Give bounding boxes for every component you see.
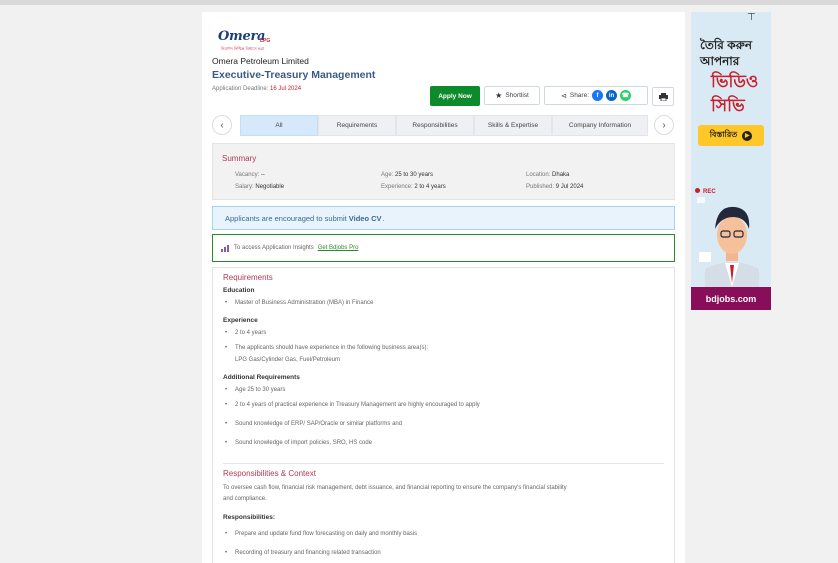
ad-close-icon[interactable]: ⊤ — [747, 12, 757, 23]
tab-skills-expertise[interactable]: Skills & Expertise — [474, 115, 552, 136]
education-item: Master of Business Administration (MBA) … — [223, 300, 373, 306]
play-icon: ▶ — [742, 130, 753, 141]
responsibilities-context-line2: and compliance. — [223, 496, 267, 502]
job-details-card: Omera LPG নিরাপদ নিশ্চিন্ত বিশ্বাসে ভরা … — [202, 12, 685, 563]
insights-text: To access Application Insights — [234, 245, 314, 251]
application-deadline: Application Deadline: 16 Jul 2024 — [212, 86, 301, 92]
ad-line4: সিভি — [711, 96, 745, 115]
get-bdjobs-pro-link[interactable]: Get Bdjobs Pro — [318, 245, 359, 251]
print-button[interactable] — [652, 87, 674, 106]
apply-now-label: Apply Now — [438, 92, 472, 100]
ad-line2: আপনার — [700, 54, 740, 68]
video-cv-link[interactable]: Video CV — [349, 214, 382, 223]
notice-text: Applicants are encouraged to submit — [225, 213, 347, 223]
ad-headline: তৈরি করুন আপনার — [700, 37, 752, 69]
summary-title: Summary — [222, 154, 257, 163]
share-label: Share: — [569, 92, 590, 99]
tabs-next-button[interactable]: › — [654, 115, 674, 135]
job-details-section: Requirements Education Master of Busines… — [212, 267, 675, 563]
summary-age: Age: 25 to 30 years — [381, 172, 434, 178]
company-name[interactable]: Omera Petroleum Limited — [212, 56, 309, 66]
notice-suffix: . — [382, 213, 385, 223]
summary-published: Published: 9 Jul 2024 — [526, 184, 584, 190]
shortlist-label: Shortlist — [505, 92, 529, 99]
responsibilities-context-line1: To oversee cash flow, financial risk man… — [223, 485, 567, 491]
chevron-left-icon: ‹ — [220, 119, 224, 131]
experience-label: Experience — [223, 317, 258, 324]
tab-requirements[interactable]: Requirements — [318, 115, 396, 136]
ad-line1: তৈরি করুন — [700, 38, 752, 52]
chevron-right-icon: › — [662, 119, 666, 131]
summary-vacancy: Vacancy: -- — [235, 172, 265, 178]
application-insights-box: To access Application Insights Get Bdjob… — [212, 234, 675, 262]
star-icon: ★ — [495, 91, 503, 100]
summary-experience: Experience: 2 to 4 years — [381, 184, 446, 190]
printer-icon — [658, 92, 668, 101]
section-tabs: ‹ All Requirements Responsibilities Skil… — [212, 115, 676, 136]
whatsapp-icon[interactable]: ☎ — [620, 90, 632, 101]
rec-indicator: REC — [695, 188, 716, 195]
shortlist-button[interactable]: ★ Shortlist — [484, 86, 540, 105]
person-illustration — [697, 197, 759, 287]
share-icon: ⊲ — [560, 92, 567, 100]
responsibilities-title: Responsibilities & Context — [223, 469, 316, 478]
responsibility-item: Recording of treasury and financing rela… — [223, 550, 381, 556]
summary-salary: Salary: Negotiable — [235, 184, 285, 190]
tab-company-information[interactable]: Company Information — [552, 115, 648, 136]
logo-wordmark: Omera — [218, 29, 266, 44]
section-divider — [223, 463, 664, 464]
ad-details-button[interactable]: বিস্তারিত ▶ — [698, 125, 764, 146]
tab-responsibilities[interactable]: Responsibilities — [396, 115, 474, 136]
tab-all[interactable]: All — [240, 115, 318, 136]
additional-item: Sound knowledge of ERP/ SAP/Oracle or si… — [223, 421, 402, 427]
insights-chart-icon — [221, 245, 229, 252]
tabs-prev-button[interactable]: ‹ — [212, 115, 232, 135]
responsibility-item: Prepare and update fund flow forecasting… — [223, 531, 417, 537]
apply-now-button[interactable]: Apply Now — [430, 86, 480, 106]
browser-top-strip — [0, 0, 838, 5]
deadline-date: 16 Jul 2024 — [270, 86, 302, 92]
experience-areas: LPG Gas/Cylinder Gas, Fuel/Petroleum — [235, 357, 341, 363]
video-cv-ad-banner[interactable]: ⊤ তৈরি করুন আপনার ভিডিও সিভি বিস্তারিত ▶… — [691, 12, 771, 310]
facebook-icon[interactable]: f — [592, 90, 604, 101]
linkedin-icon[interactable]: in — [606, 90, 618, 101]
logo-sub: LPG — [260, 38, 271, 44]
responsibilities-label: Responsibilities: — [223, 514, 276, 521]
requirements-title: Requirements — [223, 273, 273, 282]
ad-footer-brand[interactable]: bdjobs.com — [691, 287, 771, 310]
experience-item: 2 to 4 years — [223, 330, 266, 336]
logo-tagline: নিরাপদ নিশ্চিন্ত বিশ্বাসে ভরা — [221, 46, 265, 51]
job-title: Executive-Treasury Management — [212, 69, 376, 81]
summary-box: Summary Vacancy: -- Age: 25 to 30 years … — [212, 143, 675, 200]
share-group: ⊲ Share: f in ☎ — [544, 86, 648, 105]
additional-item: Sound knowledge of import policies, SRO,… — [223, 440, 372, 446]
video-cv-notice: Applicants are encouraged to submit Vide… — [212, 206, 675, 230]
additional-item: Age 25 to 30 years — [223, 387, 285, 393]
ad-highlight: ভিডিও সিভি — [711, 70, 758, 118]
additional-requirements-label: Additional Requirements — [223, 374, 300, 381]
company-logo: Omera LPG নিরাপদ নিশ্চিন্ত বিশ্বাসে ভরা — [218, 27, 278, 53]
deadline-label: Application Deadline: — [212, 86, 269, 92]
ad-line3: ভিডিও — [711, 72, 759, 91]
additional-item: 2 to 4 years of practical experience in … — [223, 402, 480, 408]
ad-cta-label: বিস্তারিত — [709, 130, 738, 139]
summary-location: Location: Dhaka — [526, 172, 570, 178]
education-label: Education — [223, 287, 255, 294]
experience-item: The applicants should have experience in… — [223, 345, 428, 351]
